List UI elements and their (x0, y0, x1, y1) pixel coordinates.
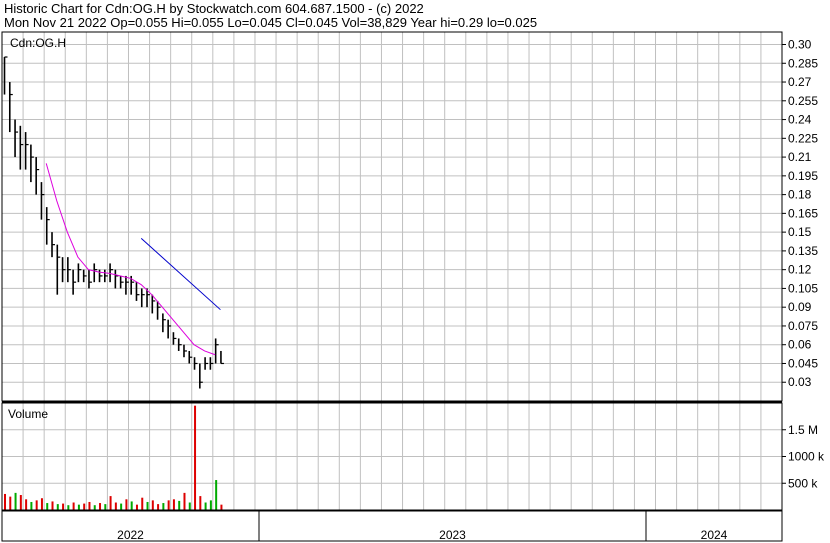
volume-bar (209, 500, 212, 510)
year-label: 2023 (439, 528, 466, 542)
price-panel-title: Cdn:OG.H (10, 36, 66, 50)
volume-bar (83, 503, 86, 510)
volume-tick-label: 500 k (788, 476, 818, 490)
volume-tick-label: 1.5 M (788, 423, 818, 437)
stock-chart: 0.30 0.285 0.27 0.255 0.24 0.225 0.21 0.195 0.18… (1, 31, 825, 542)
volume-bar (62, 503, 65, 510)
volume-bar (141, 497, 144, 510)
volume-bar (167, 500, 170, 510)
volume-bar (215, 480, 218, 510)
volume-bar (172, 499, 175, 510)
volume-bar (35, 500, 38, 510)
volume-bar (146, 501, 149, 510)
volume-bar (104, 504, 107, 510)
volume-bar (157, 504, 160, 510)
price-tick-label: 0.24 (788, 113, 812, 127)
volume-bar (114, 502, 117, 510)
volume-bar (30, 501, 33, 510)
price-tick-label: 0.06 (788, 338, 812, 352)
time-axis: 2022 2023 2024 (117, 511, 728, 542)
year-label: 2024 (701, 528, 728, 542)
volume-bar (125, 499, 128, 510)
volume-bar (130, 501, 133, 510)
volume-bar (4, 493, 6, 510)
volume-bar (188, 502, 191, 510)
volume-bar (151, 500, 154, 510)
volume-bar (72, 502, 75, 510)
volume-bar (120, 503, 123, 510)
volume-bar (99, 503, 102, 510)
volume-panel-grid (2, 403, 782, 510)
volume-bar (183, 492, 186, 510)
price-tick-label: 0.285 (788, 56, 818, 70)
price-tick-label: 0.135 (788, 244, 818, 258)
price-tick-label: 0.165 (788, 206, 818, 220)
volume-bar (19, 495, 22, 510)
moving-average-long-line (140, 238, 221, 311)
volume-bar (67, 505, 70, 510)
volume-bar (204, 502, 207, 510)
price-tick-label: 0.30 (788, 38, 812, 52)
volume-bar (199, 496, 202, 510)
volume-bar (77, 504, 80, 510)
year-label: 2022 (117, 528, 144, 542)
volume-bar (9, 496, 12, 510)
volume-bar (40, 498, 43, 510)
price-tick-label: 0.12 (788, 263, 812, 277)
volume-bar (220, 504, 223, 510)
price-tick-label: 0.15 (788, 225, 812, 239)
price-panel-grid (2, 32, 782, 401)
volume-bar (135, 504, 138, 510)
volume-bar (25, 499, 28, 510)
price-tick-label: 0.27 (788, 75, 812, 89)
volume-bars (4, 405, 223, 510)
price-tick-label: 0.03 (788, 375, 812, 389)
price-tick-label: 0.075 (788, 319, 818, 333)
price-tick-label: 0.18 (788, 188, 812, 202)
volume-bar (88, 501, 91, 510)
price-tick-label: 0.255 (788, 94, 818, 108)
price-axis-ticks: 0.30 0.285 0.27 0.255 0.24 0.225 0.21 0.195 0.18… (782, 38, 818, 389)
volume-bar (14, 492, 17, 510)
volume-bar (162, 503, 165, 510)
volume-bar (93, 505, 96, 510)
price-tick-label: 0.09 (788, 300, 812, 314)
price-tick-label: 0.225 (788, 131, 818, 145)
volume-panel-title: Volume (8, 407, 48, 421)
price-panel-frame (1, 31, 783, 402)
price-bars (3, 56, 224, 389)
price-tick-label: 0.195 (788, 169, 818, 183)
volume-bar (46, 503, 49, 510)
price-tick-label: 0.105 (788, 281, 818, 295)
volume-tick-label: 1000 k (788, 450, 825, 464)
volume-bar (51, 501, 54, 510)
volume-bar (194, 405, 197, 510)
volume-bar (178, 500, 181, 510)
panel-frames (1, 31, 783, 542)
volume-axis-ticks: 1.5 M 1000 k 500 k (782, 423, 825, 490)
price-tick-label: 0.045 (788, 356, 818, 370)
volume-bar (56, 504, 59, 510)
price-tick-label: 0.21 (788, 150, 812, 164)
volume-bar (109, 496, 112, 510)
